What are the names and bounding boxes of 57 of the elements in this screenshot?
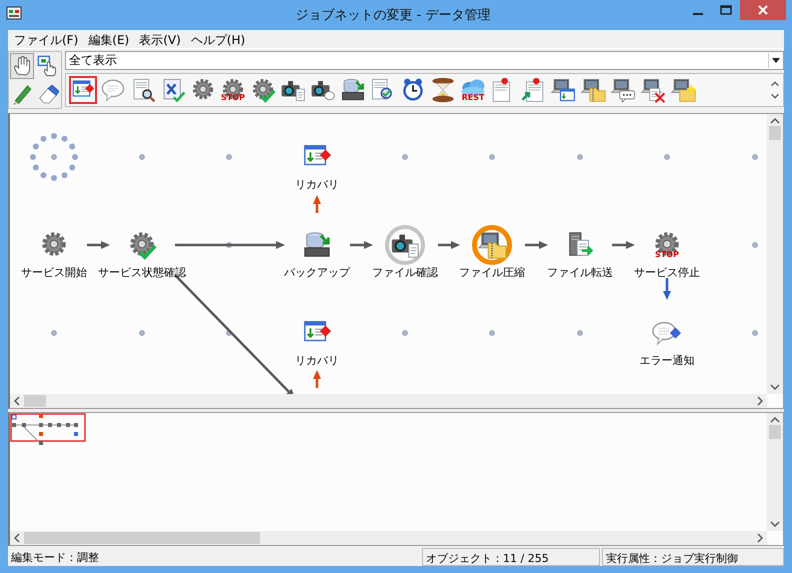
toolbar-button[interactable] [669, 76, 697, 104]
job-label: リカバリ [295, 177, 339, 192]
view-select[interactable]: 全て表示 [65, 51, 784, 70]
toolbar-button[interactable]: REST [459, 76, 487, 104]
job-label: ファイル圧縮 [459, 265, 525, 280]
scroll-thumb[interactable] [24, 395, 46, 408]
pointer-hand-icon [37, 55, 59, 77]
status-text: オブジェクト：11 / 255 [422, 548, 600, 566]
toolbar-button[interactable] [639, 76, 667, 104]
job-label: ファイル転送 [547, 265, 613, 280]
hourglass-icon [430, 77, 456, 103]
scroll-thumb[interactable] [769, 425, 781, 440]
toolbar-button[interactable] [609, 76, 637, 104]
scroll-thumb[interactable] [24, 532, 260, 544]
hand-icon [11, 55, 33, 77]
database-server-icon [340, 77, 366, 103]
laptop-new-folder-icon [670, 77, 696, 103]
toolbar-button[interactable] [579, 76, 607, 104]
horizontal-scrollbar[interactable] [10, 531, 767, 545]
status-text: 実行属性：ジョブ実行制御 [602, 548, 784, 566]
menu-item[interactable]: 編集(E) [84, 30, 136, 48]
menu-item[interactable]: ファイル(F) [10, 30, 84, 48]
laptop-folder-icon [580, 77, 606, 103]
job-label: リカバリ [295, 353, 339, 368]
vertical-scrollbar[interactable] [767, 413, 783, 531]
speech-bubble-icon [100, 77, 126, 103]
minimize-icon [693, 13, 703, 15]
toolbar-button[interactable] [549, 76, 577, 104]
job-label: バックアップ [284, 265, 350, 280]
toolbar-button[interactable]: STOP [219, 76, 247, 104]
pinned-document-arrow-icon [520, 77, 546, 103]
job-label: サービス開始 [21, 265, 87, 280]
job-label: サービス状態確認 [98, 265, 186, 280]
window-title: ジョブネットの変更 - データ管理 [294, 7, 492, 24]
laptop-delete-icon [640, 77, 666, 103]
loading-spinner-icon [30, 133, 78, 181]
vertical-scrollbar[interactable] [767, 114, 783, 394]
job-label: ファイル確認 [372, 265, 438, 280]
app-icon [6, 5, 22, 21]
menu-item[interactable]: 表示(V) [135, 30, 187, 48]
eraser-icon [37, 83, 59, 105]
menu-item[interactable]: ヘルプ(H) [186, 30, 252, 48]
maximize-icon [720, 5, 732, 15]
hand-tool-button[interactable] [10, 53, 34, 79]
stop-label: STOP [654, 250, 680, 259]
dropdown-icon [772, 58, 780, 63]
close-button[interactable] [740, 0, 786, 20]
laptop-bubble-icon [610, 77, 636, 103]
job-label: エラー通知 [640, 353, 694, 368]
pencil-icon [11, 83, 33, 105]
job-label: サービス停止 [634, 265, 700, 280]
scroll-thumb[interactable] [769, 126, 781, 140]
horizontal-scrollbar[interactable] [10, 394, 767, 408]
laptop-window-icon [550, 77, 576, 103]
gear-check-icon [250, 77, 276, 103]
status-text: 編集モード：調整 [10, 550, 100, 566]
close-icon [758, 5, 768, 15]
